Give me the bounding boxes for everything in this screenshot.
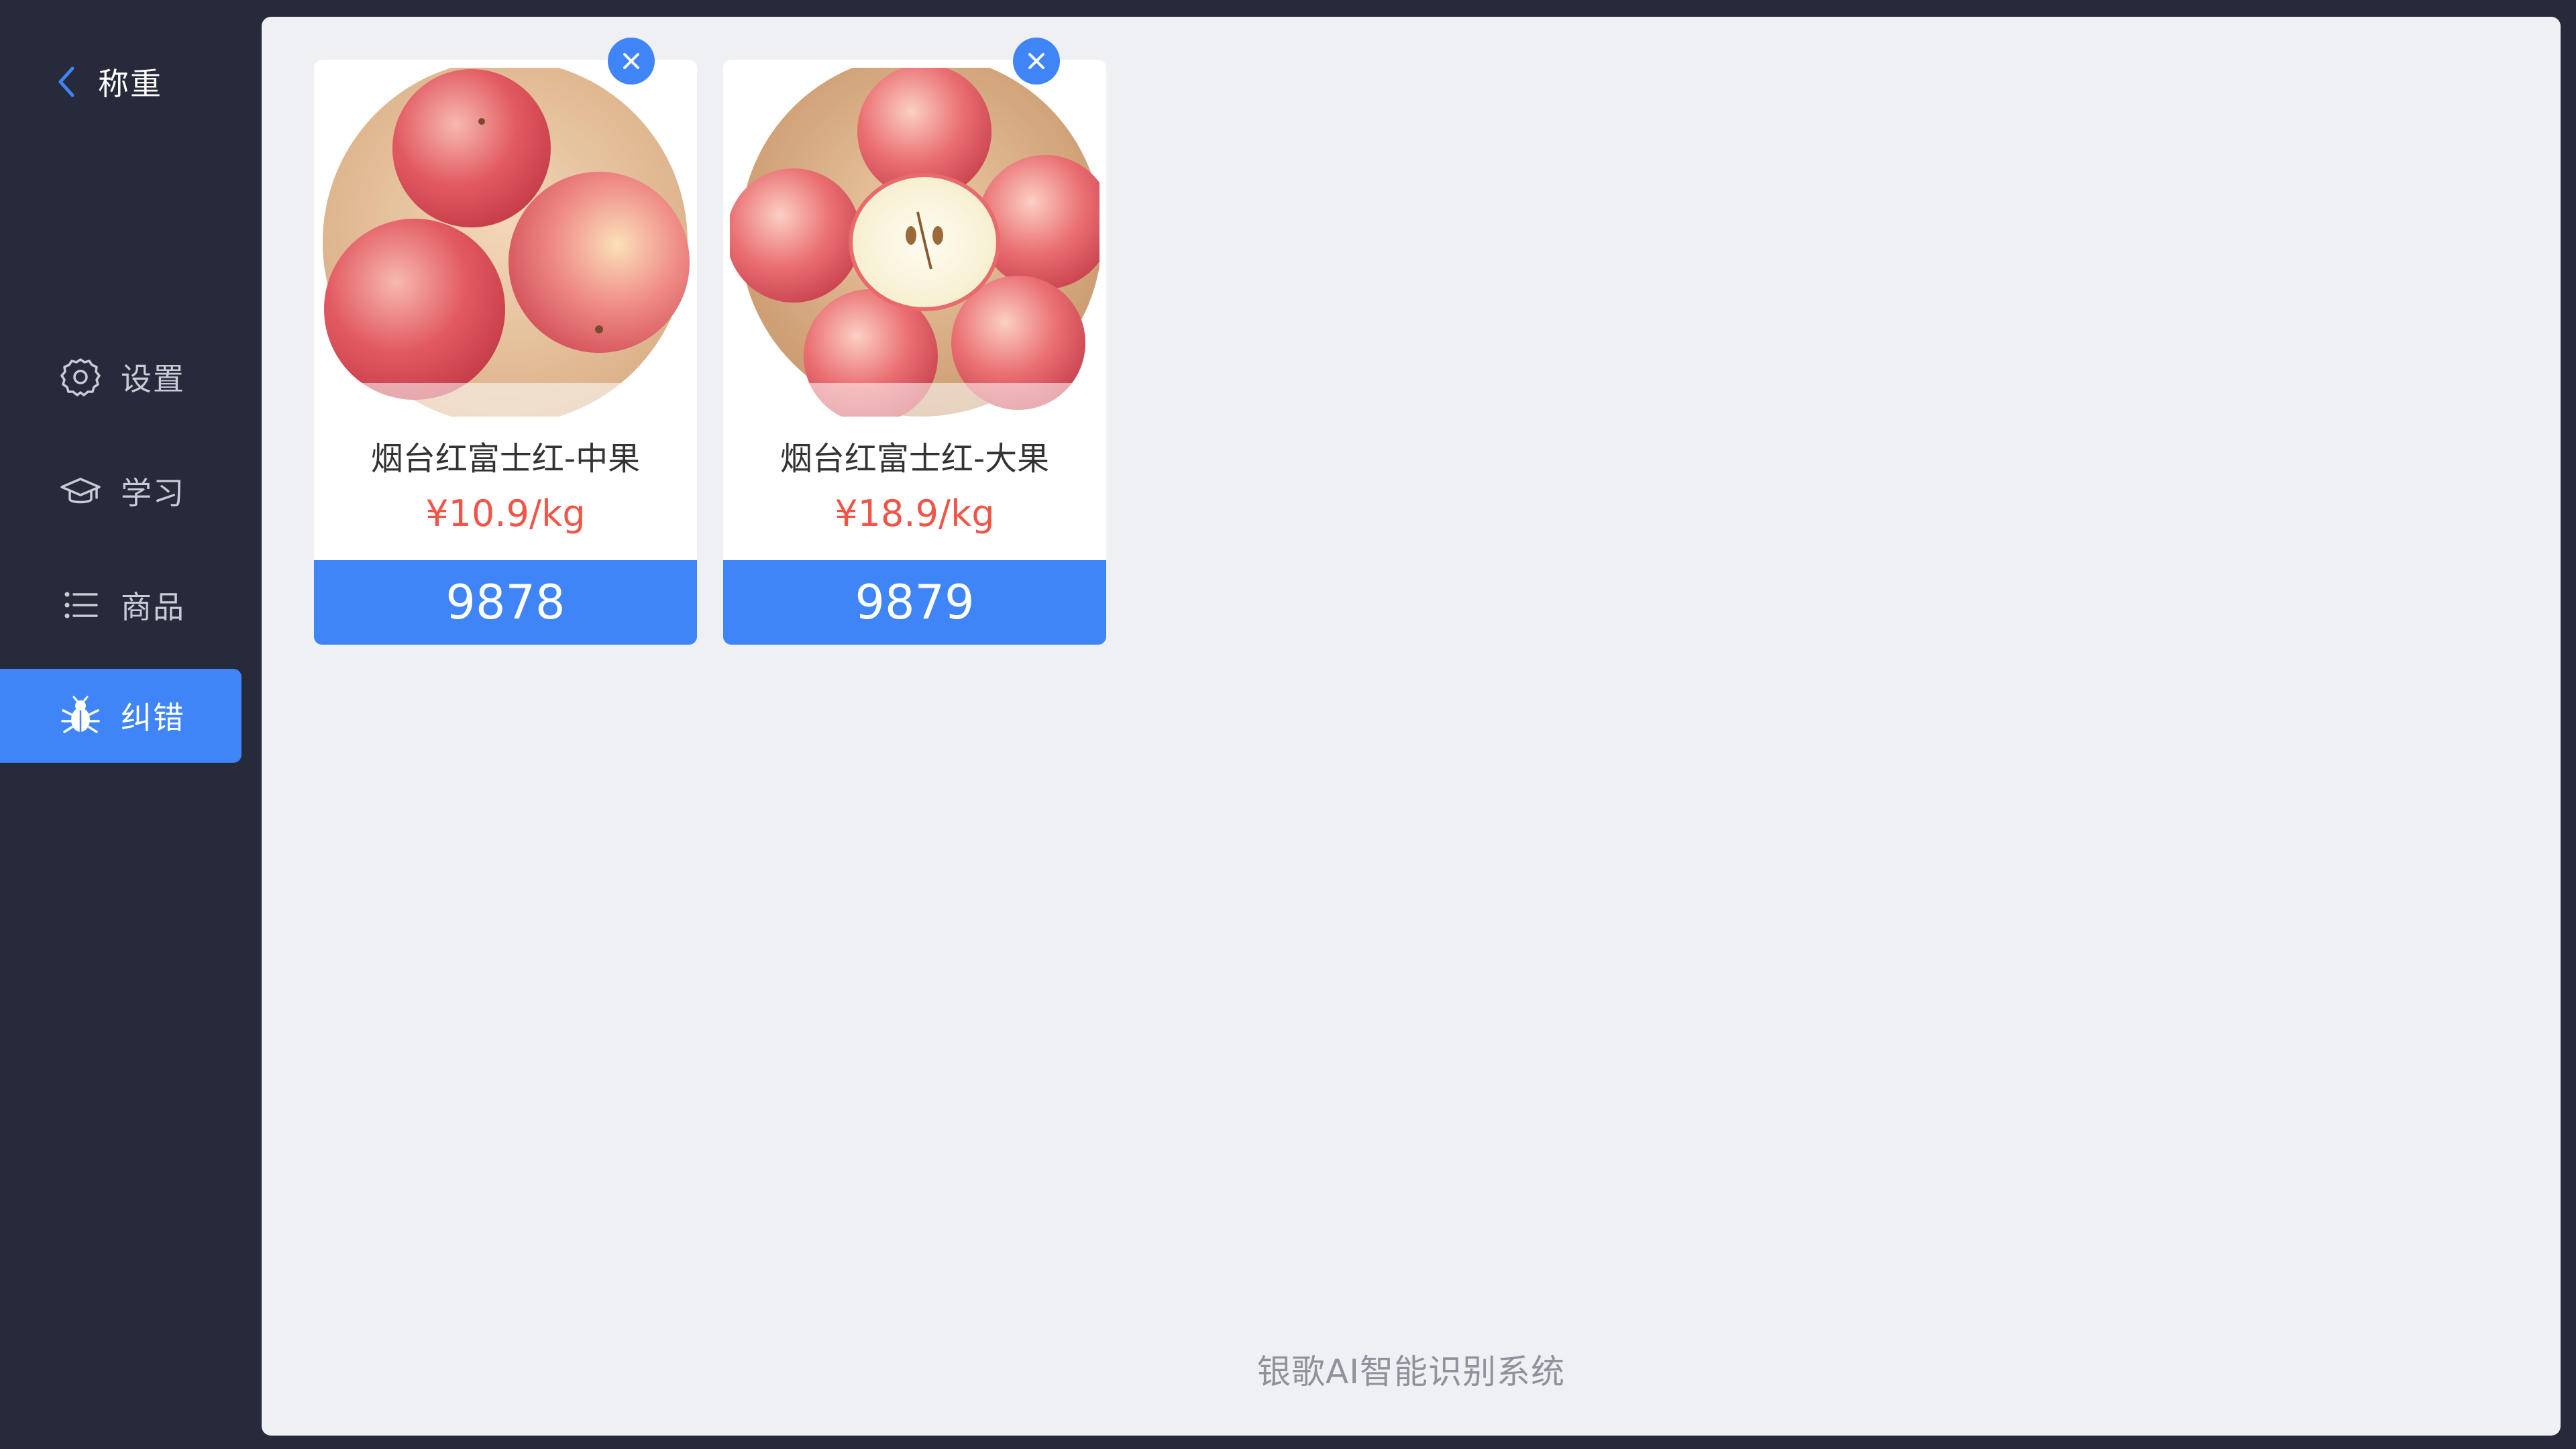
main-panel: 烟台红富士红-中果 ¥10.9/kg 9878 烟台红富士红-大果 ¥18.9/…	[262, 17, 2561, 1436]
product-name: 烟台红富士红-中果	[370, 440, 641, 478]
product-price: ¥18.9/kg	[835, 492, 995, 535]
remove-button[interactable]	[1013, 38, 1060, 85]
product-code-button[interactable]: 9879	[723, 560, 1106, 645]
list-icon	[59, 584, 102, 627]
product-image	[730, 68, 1099, 417]
gear-icon	[59, 356, 102, 398]
back-button[interactable]: 称重	[52, 59, 162, 105]
footer-text: 银歌AI智能识别系统	[1257, 1352, 1565, 1391]
sidebar-item-products[interactable]: 商品	[0, 558, 241, 652]
app-window: 称重 设置 学习 商品 纠错 烟台红富士红-中果 ¥10.9/kg 9878 烟…	[0, 0, 2576, 1449]
sidebar-item-settings[interactable]: 设置	[0, 330, 241, 424]
remove-button[interactable]	[608, 38, 655, 85]
product-card[interactable]: 烟台红富士红-大果 ¥18.9/kg 9879	[723, 38, 1106, 645]
sidebar-item-label: 纠错	[121, 700, 185, 736]
product-card[interactable]: 烟台红富士红-中果 ¥10.9/kg 9878	[314, 38, 697, 645]
graduation-cap-icon	[59, 470, 102, 513]
product-image	[321, 68, 690, 417]
close-icon	[623, 53, 639, 69]
bug-icon	[59, 694, 102, 737]
product-price: ¥10.9/kg	[425, 492, 586, 535]
sidebar-item-label: 学习	[121, 475, 185, 511]
sidebar-item-learning[interactable]: 学习	[0, 444, 241, 538]
product-code-button[interactable]: 9878	[314, 560, 697, 645]
back-label: 称重	[98, 66, 162, 102]
close-icon	[1028, 53, 1044, 69]
sidebar-item-label: 商品	[121, 589, 185, 625]
product-name: 烟台红富士红-大果	[780, 440, 1050, 478]
chevron-left-icon	[58, 66, 74, 97]
sidebar-item-label: 设置	[121, 361, 185, 397]
sidebar-item-correction[interactable]: 纠错	[0, 669, 241, 763]
sidebar: 称重 设置 学习 商品 纠错	[0, 0, 262, 1449]
